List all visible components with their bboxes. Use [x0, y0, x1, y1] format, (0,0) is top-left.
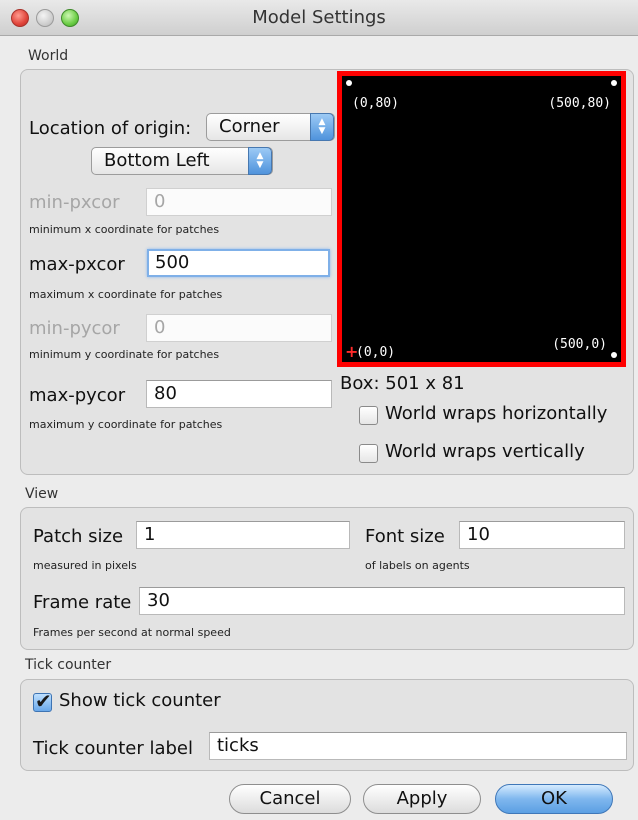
min-pxcor-label: min-pxcor: [29, 192, 120, 213]
min-pxcor-field: 0: [146, 188, 332, 216]
title-bar: Model Settings: [0, 0, 638, 36]
wrap-vertically-checkbox[interactable]: [359, 444, 378, 463]
frame-rate-field[interactable]: 30: [139, 587, 625, 615]
font-size-field[interactable]: 10: [459, 521, 625, 549]
world-section-label: World: [28, 48, 69, 64]
min-pycor-help: minimum y coordinate for patches: [29, 348, 220, 361]
world-preview-canvas: (0,80) (500,80) + (0,0) (500,0): [342, 76, 621, 362]
frame-rate-help: Frames per second at normal speed: [33, 626, 231, 639]
bottom-right-coordinate: (500,0): [552, 337, 607, 352]
max-pycor-help: maximum y coordinate for patches: [29, 418, 223, 431]
font-size-label: Font size: [365, 526, 445, 547]
box-size-label: Box: 501 x 81: [340, 373, 465, 394]
origin-location-label: Location of origin:: [29, 118, 192, 139]
select-arrows-icon: ▲ ▼: [310, 113, 334, 141]
tick-counter-label-field[interactable]: ticks: [209, 732, 627, 760]
wrap-vertically-label[interactable]: World wraps vertically: [385, 441, 585, 462]
checkmark-icon: ✔: [35, 689, 52, 713]
origin-corner-select[interactable]: Bottom Left ▲ ▼: [91, 147, 273, 175]
max-pycor-label: max-pycor: [29, 385, 126, 406]
top-left-coordinate: (0,80): [352, 96, 399, 111]
tick-counter-label-label: Tick counter label: [33, 738, 193, 759]
max-pxcor-field[interactable]: 500: [147, 249, 330, 277]
patch-size-label: Patch size: [33, 526, 124, 547]
show-tick-counter-label[interactable]: Show tick counter: [59, 690, 221, 711]
origin-location-select[interactable]: Corner ▲ ▼: [206, 113, 335, 141]
min-pxcor-help: minimum x coordinate for patches: [29, 223, 220, 236]
font-size-help: of labels on agents: [365, 559, 470, 572]
top-right-corner-dot: [611, 80, 617, 86]
ok-button[interactable]: OK: [495, 784, 613, 814]
min-pycor-field: 0: [146, 314, 332, 342]
bottom-left-coordinate: (0,0): [356, 345, 396, 360]
select-arrows-icon: ▲ ▼: [248, 147, 272, 175]
window-title: Model Settings: [252, 7, 386, 28]
patch-size-help: measured in pixels: [33, 559, 137, 572]
world-preview: (0,80) (500,80) + (0,0) (500,0): [337, 71, 626, 367]
max-pxcor-help: maximum x coordinate for patches: [29, 288, 223, 301]
show-tick-counter-checkbox[interactable]: ✔: [33, 689, 52, 713]
origin-corner-value: Bottom Left: [104, 150, 210, 171]
tick-counter-section-label: Tick counter: [25, 657, 112, 673]
patch-size-field[interactable]: 1: [136, 521, 350, 549]
min-pycor-label: min-pycor: [29, 318, 120, 339]
cancel-button[interactable]: Cancel: [229, 784, 351, 814]
origin-location-value: Corner: [219, 116, 280, 137]
max-pxcor-label: max-pxcor: [29, 254, 125, 275]
wrap-horizontally-label[interactable]: World wraps horizontally: [385, 403, 607, 424]
max-pycor-field[interactable]: 80: [146, 380, 332, 408]
top-left-corner-dot: [346, 80, 352, 86]
frame-rate-label: Frame rate: [33, 592, 132, 613]
wrap-horizontally-checkbox[interactable]: [359, 406, 378, 425]
top-right-coordinate: (500,80): [548, 96, 611, 111]
apply-button[interactable]: Apply: [363, 784, 481, 814]
view-section-label: View: [25, 486, 59, 502]
bottom-right-corner-dot: [611, 352, 617, 358]
